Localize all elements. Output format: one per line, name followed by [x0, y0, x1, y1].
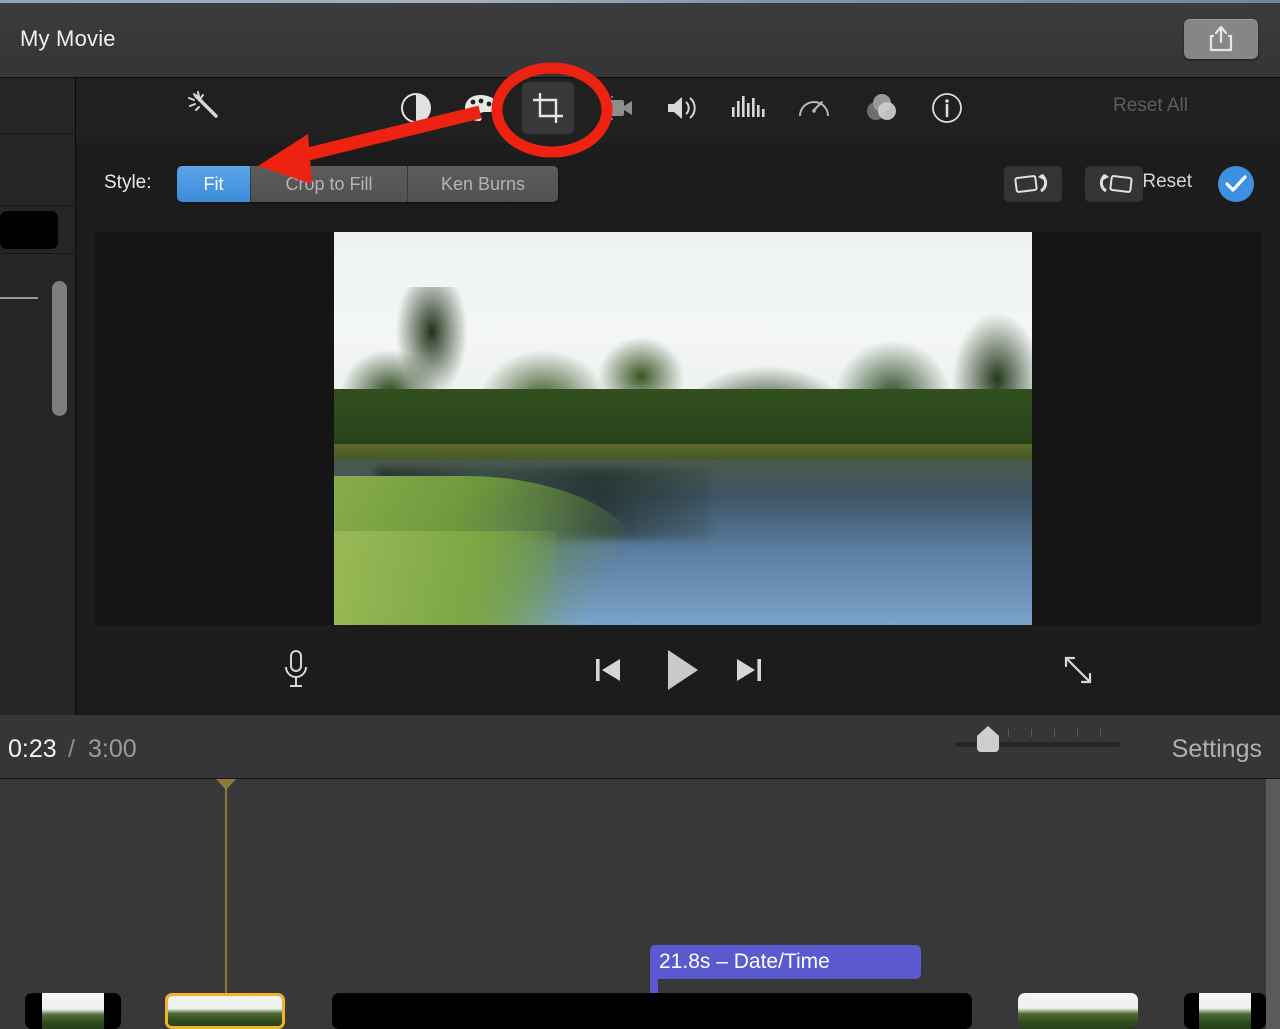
skip-to-start-icon	[596, 659, 620, 681]
color-balance-button[interactable]	[390, 82, 442, 134]
segment-ken-burns[interactable]: Ken Burns	[408, 166, 558, 202]
auto-enhance-button[interactable]	[178, 82, 230, 134]
title-bar: My Movie	[0, 0, 1280, 78]
color-correction-button[interactable]	[455, 82, 507, 134]
sidebar-scrollbar[interactable]	[52, 281, 67, 416]
sidebar-media-thumbnail[interactable]	[0, 211, 58, 249]
play-button[interactable]	[654, 643, 710, 697]
media-sidebar[interactable]	[0, 78, 76, 715]
timeline-toolbar: 0:23 / 3:00 Settings	[0, 715, 1280, 779]
rotate-clockwise-button[interactable]	[1085, 166, 1143, 202]
preview-tree-line	[334, 389, 1032, 453]
timeline-clip[interactable]	[332, 993, 972, 1029]
zoom-tick	[1031, 729, 1032, 737]
volume-button[interactable]	[656, 82, 708, 134]
volume-icon	[668, 97, 696, 119]
playback-controls	[76, 625, 1280, 715]
title-clip-label: 21.8s – Date/Time	[659, 950, 830, 973]
page-title: My Movie	[20, 26, 116, 51]
title-clip[interactable]: 21.8s – Date/Time	[650, 945, 921, 979]
info-icon	[932, 93, 962, 123]
timeline-clip[interactable]	[165, 993, 285, 1029]
reset-all-button[interactable]: Reset All	[1113, 95, 1188, 117]
sidebar-text-line	[0, 297, 38, 299]
checkmark-icon	[1225, 175, 1247, 192]
zoom-tick	[1100, 729, 1101, 737]
rotate-clockwise-icon	[1099, 173, 1133, 193]
noise-reduction-button[interactable]	[722, 82, 774, 134]
current-time: 0:23	[8, 735, 57, 763]
clip-filter-button[interactable]	[855, 82, 907, 134]
microphone-icon	[285, 650, 307, 687]
speed-icon	[799, 101, 829, 117]
playhead-line	[225, 779, 227, 1029]
speed-button[interactable]	[788, 82, 840, 134]
share-button[interactable]	[1184, 19, 1258, 59]
apply-crop-button[interactable]	[1218, 166, 1254, 202]
timeline-clip[interactable]	[1184, 993, 1266, 1029]
auto-enhance-icon	[188, 91, 218, 118]
rotate-counterclockwise-button[interactable]	[1004, 166, 1062, 202]
crop-button[interactable]	[522, 82, 574, 134]
settings-button[interactable]: Settings	[1172, 735, 1262, 764]
zoom-tick	[1054, 729, 1055, 737]
timeline-panel[interactable]: 21.8s – Date/Time	[0, 779, 1280, 1029]
reset-crop-button[interactable]: Reset	[1142, 171, 1192, 193]
color-balance-icon	[401, 93, 431, 123]
imovie-window: My Movie Reset All Style: Fit Crop to Fi…	[0, 0, 1280, 1029]
window-top-edge	[0, 0, 1280, 3]
clip-thumbnail	[1199, 993, 1251, 1029]
video-canvas	[95, 232, 1261, 625]
sidebar-divider	[0, 205, 76, 206]
style-segmented-control[interactable]: Fit Crop to Fill Ken Burns	[177, 166, 558, 202]
color-correction-icon	[465, 95, 497, 121]
clip-thumbnail	[1018, 993, 1138, 1029]
style-label: Style:	[104, 172, 152, 193]
share-upload-icon	[1209, 25, 1233, 52]
crop-style-panel: Style: Fit Crop to Fill Ken Burns Reset	[76, 143, 1280, 221]
clip-filter-icon	[867, 94, 896, 120]
time-separator: /	[68, 735, 75, 763]
clip-thumbnail	[168, 996, 282, 1026]
segment-fit[interactable]: Fit	[177, 166, 251, 202]
stabilization-button[interactable]	[591, 82, 643, 134]
total-time: 3:00	[88, 735, 137, 763]
fullscreen-arrows-icon	[1064, 656, 1092, 684]
sidebar-divider	[0, 133, 76, 134]
zoom-tick	[1077, 729, 1078, 737]
preview-grass-foreground	[334, 530, 558, 625]
stabilization-icon	[601, 96, 632, 120]
voiceover-button[interactable]	[271, 645, 321, 695]
sidebar-divider	[0, 253, 76, 254]
info-button[interactable]	[921, 82, 973, 134]
fullscreen-button[interactable]	[1054, 647, 1102, 693]
crop-icon	[533, 93, 563, 123]
viewer-panel	[76, 221, 1280, 715]
video-preview-image[interactable]	[334, 232, 1032, 625]
segment-crop-to-fill[interactable]: Crop to Fill	[251, 166, 408, 202]
timeline-right-edge	[1266, 779, 1280, 1029]
next-clip-button[interactable]	[727, 649, 771, 691]
play-icon	[668, 650, 698, 690]
timeline-clip[interactable]	[25, 993, 121, 1029]
rotate-counterclockwise-icon	[1014, 173, 1048, 193]
clip-thumbnail	[42, 993, 104, 1029]
zoom-tick	[1008, 729, 1009, 737]
previous-clip-button[interactable]	[586, 649, 630, 691]
timeline-zoom-slider[interactable]	[955, 726, 1120, 752]
timeline-clip[interactable]	[1018, 993, 1138, 1029]
skip-to-end-icon	[737, 659, 761, 681]
noise-reduction-icon	[732, 96, 765, 117]
